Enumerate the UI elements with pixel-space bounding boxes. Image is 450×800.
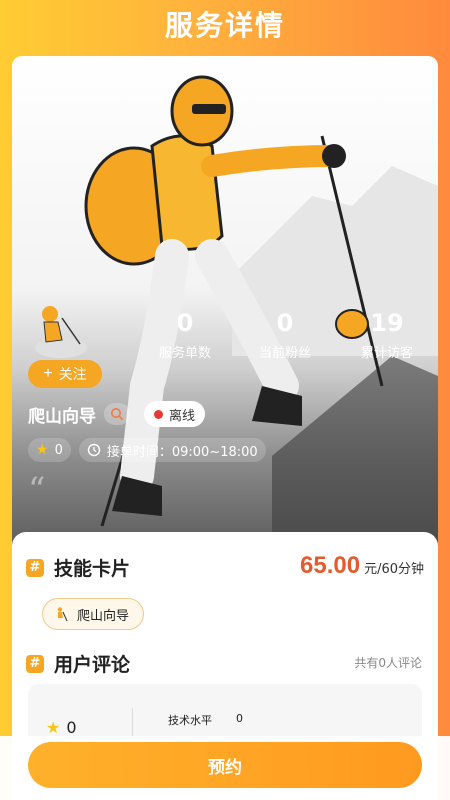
hours-pill: 接单时间：09:00~18:00 xyxy=(78,438,266,462)
stats-row: 0 服务单数 0 当前粉丝 19 累计访客 xyxy=(152,310,432,361)
stat-value: 19 xyxy=(370,309,404,337)
price-unit: 元/60分钟 xyxy=(364,562,424,577)
hash-icon: # xyxy=(26,654,44,673)
stat-visitors: 19 累计访客 xyxy=(342,310,432,361)
review-section-header: # 用户评论 xyxy=(26,650,130,677)
stat-fans: 0 当前粉丝 xyxy=(240,310,330,361)
quote-icon: “ xyxy=(28,470,46,510)
price-value: 65.00 xyxy=(300,552,361,579)
stat-label: 累计访客 xyxy=(360,346,413,361)
clock-icon xyxy=(87,443,101,457)
rating-value: 0 xyxy=(54,442,63,458)
stat-value: 0 xyxy=(176,309,194,337)
review-metric: 技术水平 0 xyxy=(168,712,243,728)
follow-button[interactable]: + 关注 xyxy=(28,360,102,388)
plus-icon: + xyxy=(43,365,53,382)
comment-count: 共有0人评论 xyxy=(354,656,422,670)
book-button[interactable]: 预约 xyxy=(28,742,422,788)
review-section-title: 用户评论 xyxy=(54,654,131,676)
rating-pill: ★ 0 xyxy=(28,438,71,462)
review-score-value: 0 xyxy=(66,718,77,737)
stat-label: 服务单数 xyxy=(158,346,211,361)
avatar xyxy=(35,306,87,358)
skill-section-header: # 技能卡片 xyxy=(26,554,130,581)
status-text: 离线 xyxy=(169,408,196,424)
top-bar: 服务详情 xyxy=(0,0,450,48)
profile-name: 爬山向导 xyxy=(28,406,96,427)
follow-label: 关注 xyxy=(58,366,87,382)
price-block: 65.00 元/60分钟 xyxy=(300,552,424,580)
review-metric-label: 技术水平 xyxy=(168,714,212,727)
stat-value: 0 xyxy=(276,309,294,337)
hours-text: 接单时间：09:00~18:00 xyxy=(106,444,258,460)
skill-tag-label: 爬山向导 xyxy=(77,608,130,624)
status-badge: 离线 xyxy=(144,401,206,427)
bottom-action-bar: 预约 xyxy=(0,736,450,800)
page-title: 服务详情 xyxy=(164,9,285,42)
hash-icon: # xyxy=(26,558,44,577)
review-metric-value: 0 xyxy=(236,712,243,725)
search-icon[interactable] xyxy=(104,403,130,425)
star-icon: ★ xyxy=(46,718,61,737)
stat-label: 当前粉丝 xyxy=(258,346,311,361)
skill-section-title: 技能卡片 xyxy=(54,558,131,580)
review-score: ★ 0 xyxy=(46,718,77,737)
hero-banner: + 关注 0 服务单数 0 当前粉丝 19 累计访客 爬山向导 离线 ★ 0 接… xyxy=(12,56,438,576)
offline-dot-icon xyxy=(154,409,163,419)
profile-name-row: 爬山向导 离线 xyxy=(28,400,206,428)
stat-orders: 0 服务单数 xyxy=(140,310,230,361)
info-row: ★ 0 接单时间：09:00~18:00 xyxy=(28,438,266,462)
hiker-icon xyxy=(57,607,68,622)
star-icon: ★ xyxy=(36,442,49,458)
skill-tag[interactable]: 爬山向导 xyxy=(42,598,145,630)
